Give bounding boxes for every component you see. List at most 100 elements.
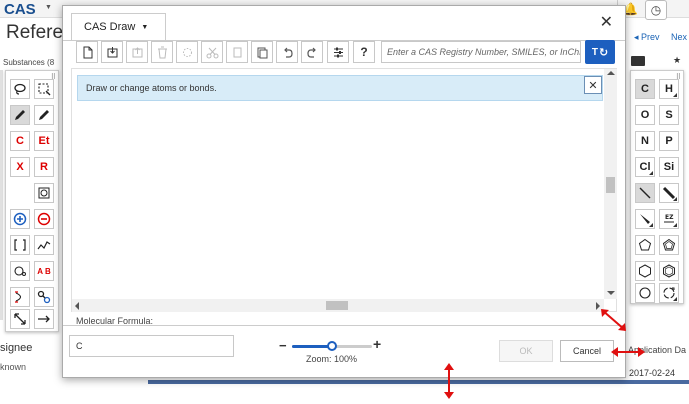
info-message: Draw or change atoms or bonds. <box>86 83 217 93</box>
dialog-title: CAS Draw <box>84 21 136 33</box>
dropdown-indicator-icon <box>673 223 677 227</box>
cyclohexane-icon[interactable] <box>635 261 655 281</box>
info-message-bar: Draw or change atoms or bonds. <box>77 75 603 101</box>
new-document-icon[interactable] <box>76 41 98 63</box>
halogen-tool[interactable]: X <box>10 157 30 177</box>
ring-system-icon[interactable] <box>10 261 30 281</box>
cas-logo[interactable]: CAS <box>4 1 36 18</box>
export-icon[interactable] <box>126 41 148 63</box>
reaction-map-icon[interactable] <box>10 287 30 307</box>
zoom-in-button[interactable]: + <box>373 336 381 352</box>
scroll-down-icon[interactable] <box>607 291 615 295</box>
scroll-left-icon[interactable] <box>75 302 79 310</box>
zoom-slider-handle[interactable] <box>327 341 337 351</box>
atom-nitrogen[interactable]: N <box>635 131 655 151</box>
ethyl-tool[interactable]: Et <box>34 131 54 151</box>
atom-oxygen[interactable]: O <box>635 105 655 125</box>
attachment-tool-icon[interactable]: A B <box>34 261 54 281</box>
assignee-label: signee <box>0 342 33 354</box>
undo-icon[interactable] <box>276 41 298 63</box>
zoom-slider[interactable] <box>292 341 372 351</box>
paste-icon[interactable] <box>251 41 273 63</box>
plus-charge-icon[interactable] <box>10 209 30 229</box>
cancel-button[interactable]: Cancel <box>560 340 614 362</box>
horizontal-scrollbar[interactable] <box>72 299 604 312</box>
marquee-select-icon[interactable] <box>34 79 54 99</box>
chain-tool-icon[interactable] <box>34 235 54 255</box>
ring-circle-icon[interactable] <box>635 283 655 303</box>
cut-icon[interactable] <box>201 41 223 63</box>
ok-button[interactable]: OK <box>499 340 553 362</box>
left-edge-bar <box>0 70 3 320</box>
zoom-out-button[interactable]: − <box>279 338 287 353</box>
zoom-slider-fill <box>292 345 332 348</box>
zoom-level-label: Zoom: 100% <box>306 354 358 364</box>
import-icon[interactable] <box>101 41 123 63</box>
vertical-scroll-thumb[interactable] <box>606 177 615 193</box>
settings-sliders-icon[interactable] <box>327 41 349 63</box>
cas-draw-dialog: CAS Draw ▼ ✕ ? Enter a CAS Registry Numb… <box>62 5 626 378</box>
page-title: Refere <box>6 22 64 43</box>
application-date-value: 2017-02-24 <box>629 368 676 378</box>
lookup-button-label: T <box>591 46 598 58</box>
arrow-tool-icon[interactable] <box>34 309 54 329</box>
atom-sulfur[interactable]: S <box>659 105 679 125</box>
redo-icon[interactable] <box>301 41 323 63</box>
wedge-bond-icon[interactable] <box>635 209 655 229</box>
delete-icon[interactable] <box>151 41 173 63</box>
next-link[interactable]: Nex <box>671 32 687 42</box>
resize-vertical-arrow-icon[interactable] <box>442 362 456 400</box>
rgroup-tool[interactable]: R <box>34 157 54 177</box>
scroll-up-icon[interactable] <box>607 71 615 75</box>
assignee-value: known <box>0 362 27 372</box>
carbon-tool[interactable]: C <box>10 131 30 151</box>
cyclopentane-icon[interactable] <box>635 235 655 255</box>
table-row-divider <box>148 380 689 384</box>
clean-structure-icon[interactable] <box>176 41 198 63</box>
atom-phosphorus[interactable]: P <box>659 131 679 151</box>
lasso-tool-icon[interactable] <box>10 79 30 99</box>
mail-icon[interactable] <box>631 56 645 66</box>
info-close-icon[interactable]: ✕ <box>584 76 602 94</box>
atom-carbon[interactable]: C <box>635 79 655 99</box>
link-tool-icon[interactable] <box>34 287 54 307</box>
svg-text:EZ: EZ <box>665 214 674 221</box>
prev-link[interactable]: ◂ Prev <box>634 32 660 43</box>
resize-horizontal-arrow-icon[interactable] <box>610 345 646 359</box>
dialog-title-dropdown[interactable]: CAS Draw ▼ <box>71 13 166 40</box>
help-button[interactable]: ? <box>353 41 375 63</box>
atom-hydrogen-label: H <box>665 83 673 95</box>
bracket-tool-icon[interactable] <box>10 235 30 255</box>
dropdown-indicator-icon <box>673 93 677 97</box>
atom-silicon[interactable]: Si <box>659 157 679 177</box>
pencil-tool-active-icon[interactable] <box>10 105 30 125</box>
vertical-scrollbar[interactable] <box>604 69 617 299</box>
atom-chlorine[interactable]: Cl <box>635 157 655 177</box>
stereo-ez-icon[interactable]: EZ <box>659 209 679 229</box>
right-atom-palette: ⠿ C H O S N P Cl Si EZ <box>630 70 684 304</box>
dropdown-indicator-icon <box>673 297 677 301</box>
atom-hydrogen[interactable]: H <box>659 79 679 99</box>
substances-tab[interactable]: Substances (8 <box>3 58 54 67</box>
dialog-close-icon[interactable]: ✕ <box>600 12 613 32</box>
resize-diagonal-arrow-icon[interactable] <box>598 306 630 334</box>
ring-fragment-icon[interactable] <box>34 183 54 203</box>
molecular-formula-field[interactable]: C <box>69 335 234 357</box>
lookup-structure-button[interactable]: T ↻ <box>585 40 615 64</box>
structure-lookup-input[interactable]: Enter a CAS Registry Number, SMILES, or … <box>381 41 581 63</box>
cyclopentadiene-icon[interactable] <box>659 235 679 255</box>
resize-arrows-icon[interactable] <box>10 309 30 329</box>
copy-icon[interactable] <box>226 41 248 63</box>
chevron-down-icon[interactable]: ▼ <box>45 4 52 11</box>
star-icon[interactable]: ★ <box>673 55 681 66</box>
horizontal-scroll-thumb[interactable] <box>326 301 348 310</box>
pencil-tool-icon[interactable] <box>34 105 54 125</box>
benzene-icon[interactable] <box>659 261 679 281</box>
drawing-canvas[interactable]: Draw or change atoms or bonds. ✕ <box>71 68 617 312</box>
clock-icon[interactable]: ◷ <box>645 0 667 20</box>
bold-bond-icon[interactable] <box>659 183 679 203</box>
minus-charge-icon[interactable] <box>34 209 54 229</box>
single-bond-icon[interactable] <box>635 183 655 203</box>
attach-label: A B <box>37 266 51 276</box>
ring-template-icon[interactable] <box>659 283 679 303</box>
